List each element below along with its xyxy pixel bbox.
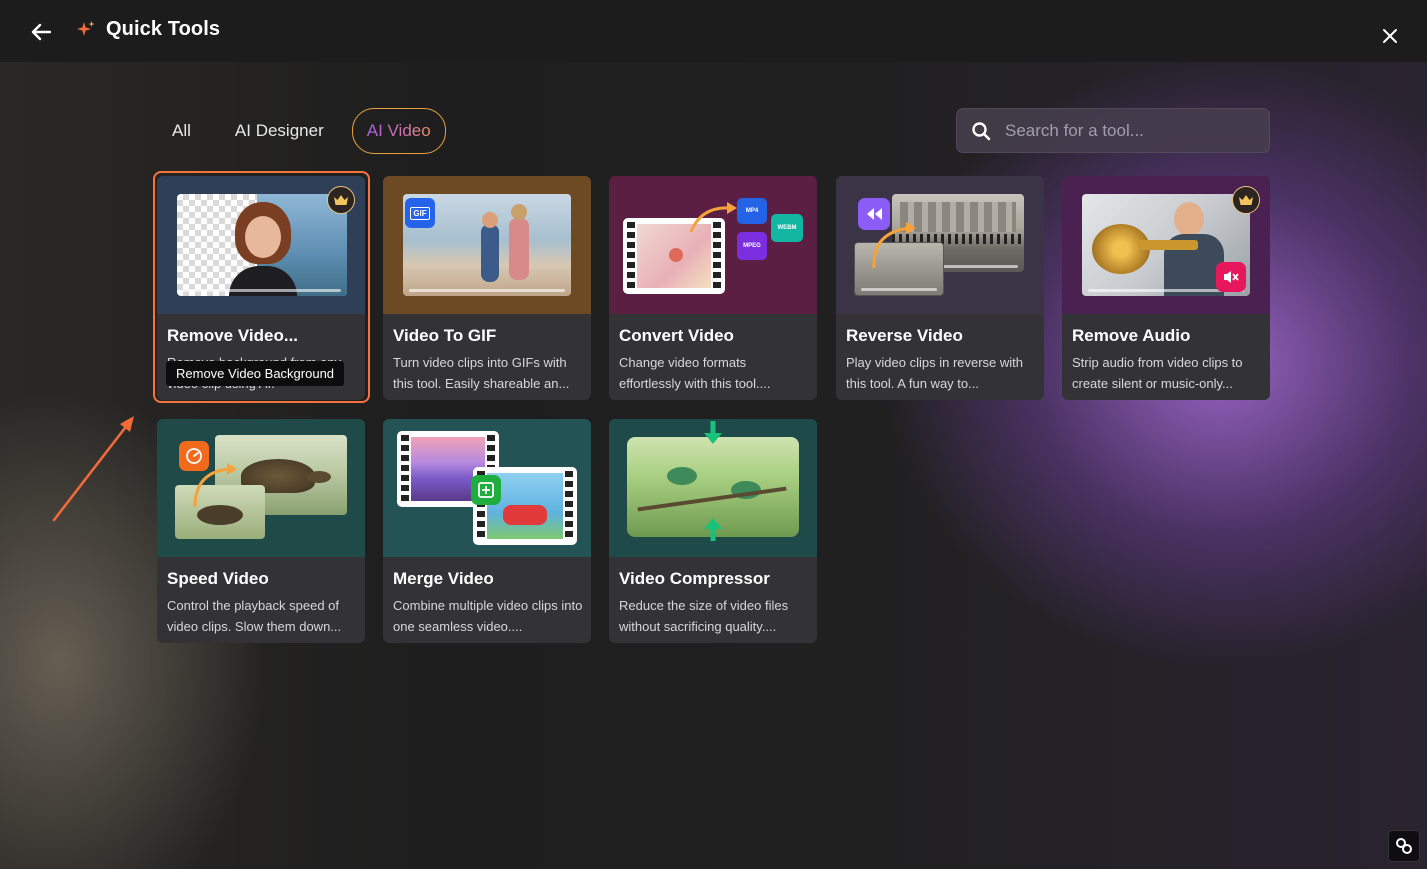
arrow-left-icon [31, 23, 51, 41]
link-settings-button[interactable] [1388, 830, 1420, 862]
annotation-arrow-icon [52, 416, 134, 522]
premium-crown-icon [327, 186, 355, 214]
card-title: Convert Video [619, 326, 734, 345]
card-thumbnail [836, 176, 1044, 314]
compress-up-arrow-icon [704, 518, 722, 541]
card-thumbnail: MP4 WEBM MPEG [609, 176, 817, 314]
tooltip: Remove Video Background [166, 361, 345, 386]
category-tabs: All AI Designer AI Video [158, 108, 446, 154]
card-thumbnail [1062, 176, 1270, 314]
back-button[interactable] [28, 19, 54, 45]
card-title: Speed Video [167, 569, 269, 588]
title-group: Quick Tools [76, 18, 220, 41]
format-badge-mp4: MP4 [737, 198, 767, 224]
rewind-icon [867, 208, 882, 220]
tab-all[interactable]: All [158, 109, 205, 153]
close-button[interactable] [1378, 24, 1402, 48]
card-description: Control the playback speed of video clip… [167, 598, 342, 634]
card-thumbnail [157, 176, 365, 314]
card-title: Video To GIF [393, 326, 497, 345]
card-description: Combine multiple video clips into one se… [393, 598, 583, 634]
card-title: Remove Video... [167, 326, 299, 345]
tab-ai-video[interactable]: AI Video [353, 109, 445, 153]
compress-down-arrow-icon [704, 421, 722, 444]
curved-arrow-icon [872, 222, 916, 269]
tool-card-video-to-gif[interactable]: GIF Video To GIF Turn video clips into G… [383, 176, 591, 400]
sparkle-icon [77, 20, 95, 36]
merge-badge [471, 475, 501, 505]
tab-ai-video-wrapper[interactable]: AI Video [351, 108, 446, 154]
curved-arrow-icon [689, 202, 737, 233]
link-icon [1396, 838, 1412, 854]
card-description: Reduce the size of video files without s… [619, 598, 789, 634]
gif-badge: GIF [405, 198, 435, 228]
top-bar: Quick Tools [0, 0, 1427, 62]
tool-card-speed-video[interactable]: Speed Video Control the playback speed o… [157, 419, 365, 643]
card-title: Video Compressor [619, 569, 770, 588]
card-thumbnail [609, 419, 817, 557]
close-icon [1383, 29, 1397, 43]
search-input[interactable] [1005, 120, 1255, 141]
card-description: Change video formats effortlessly with t… [619, 355, 771, 391]
format-badge-mpeg: MPEG [737, 232, 767, 260]
tool-card-merge-video[interactable]: Merge Video Combine multiple video clips… [383, 419, 591, 643]
search-box[interactable] [956, 108, 1270, 153]
card-thumbnail: GIF [383, 176, 591, 314]
card-description: Play video clips in reverse with this to… [846, 355, 1024, 391]
tool-card-remove-audio[interactable]: Remove Audio Strip audio from video clip… [1062, 176, 1270, 400]
tab-ai-designer[interactable]: AI Designer [221, 109, 338, 153]
premium-crown-icon [1232, 186, 1260, 214]
format-badge-webm: WEBM [771, 214, 803, 242]
mute-icon [1224, 271, 1239, 283]
card-thumbnail [383, 419, 591, 557]
card-thumbnail [157, 419, 365, 557]
gif-badge-label: GIF [410, 206, 430, 220]
card-description: Turn video clips into GIFs with this too… [393, 355, 570, 391]
curved-arrow-icon [193, 463, 237, 508]
search-icon [972, 121, 991, 140]
add-clip-icon [478, 482, 494, 498]
card-title: Remove Audio [1072, 326, 1191, 345]
page-title: Quick Tools [106, 18, 221, 40]
card-title: Reverse Video [846, 326, 963, 345]
checkerboard-preview [177, 194, 347, 296]
card-title: Merge Video [393, 569, 494, 588]
mute-badge [1216, 262, 1246, 292]
tool-card-convert-video[interactable]: MP4 WEBM MPEG Convert Video Change video… [609, 176, 817, 400]
tool-card-reverse-video[interactable]: Reverse Video Play video clips in revers… [836, 176, 1044, 400]
tool-card-video-compressor[interactable]: Video Compressor Reduce the size of vide… [609, 419, 817, 643]
card-description: Strip audio from video clips to create s… [1072, 355, 1243, 391]
